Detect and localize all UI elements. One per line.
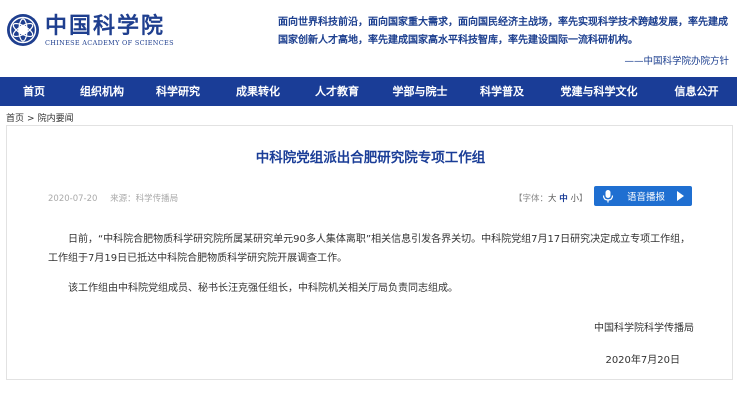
breadcrumb-home-link[interactable]: 首页 [6,114,24,124]
font-size-suffix: 】 [578,194,588,204]
nav-item-disclosure[interactable]: 信息公开 [656,77,737,106]
nav-item-party-culture[interactable]: 党建与科学文化 [542,77,656,106]
article-signature-org: 中国科学院科学传播局 [594,323,694,334]
nav-item-organization[interactable]: 组织机构 [68,77,136,106]
article-paragraph-1: 日前，“中科院合肥物质科学研究院所属某研究单元90多人集体离职”相关信息引发各界… [48,234,691,264]
voice-broadcast-button[interactable]: 语音播报 [594,186,692,206]
article-body: 日前，“中科院合肥物质科学研究院所属某研究单元90多人集体离职”相关信息引发各界… [48,230,696,298]
font-size-switcher: 【字体：大 中 小】 [514,192,587,204]
logo-text: 中国科学院 CHINESE ACADEMY OF SCIENCES [45,14,174,47]
nav-item-research[interactable]: 科学研究 [136,77,220,106]
article-title: 中科院党组派出合肥研究院专项工作组 [255,150,486,166]
nav-item-home[interactable]: 首页 [0,77,68,106]
play-icon [677,191,684,201]
nav-item-education[interactable]: 人才教育 [296,77,378,106]
article-meta: 2020-07-20 来源：科学传播局 [48,192,178,204]
article-signature-date: 2020年7月20日 [605,355,680,366]
microphone-icon [602,190,614,203]
font-size-prefix: 【字体： [514,194,549,204]
font-size-small[interactable]: 小 [570,194,579,204]
cas-logo[interactable]: 中国科学院 CHINESE ACADEMY OF SCIENCES [6,13,174,47]
breadcrumb-current-link[interactable]: 院内要闻 [38,114,74,124]
logo-english-name: CHINESE ACADEMY OF SCIENCES [45,38,174,47]
article-source: 来源：科学传播局 [110,194,179,204]
article-paragraph-2: 该工作组由中科院党组成员、秘书长汪克强任组长，中科院机关相关厅局负责同志组成。 [68,283,458,294]
logo-chinese-name: 中国科学院 [45,12,166,39]
cas-emblem-icon [7,14,39,46]
voice-broadcast-label: 语音播报 [627,192,666,203]
breadcrumb-separator: > [27,114,35,124]
font-size-large[interactable]: 大 [548,194,557,204]
article-panel: 中科院党组派出合肥研究院专项工作组 2020-07-20 来源：科学传播局 【字… [6,125,733,380]
nav-item-academicians[interactable]: 学部与院士 [378,77,462,106]
font-size-medium[interactable]: 中 [559,194,568,204]
header-slogan: 面向世界科技前沿，面向国家重大需求，面向国民经济主战场，率先实现科学技术跨越发展… [278,17,728,46]
article-date: 2020-07-20 [48,194,98,204]
slogan-attribution: ——中国科学院办院方针 [624,56,729,67]
site-header: 中国科学院 CHINESE ACADEMY OF SCIENCES 面向世界科技… [0,0,737,74]
main-nav: 首页 组织机构 科学研究 成果转化 人才教育 学部与院士 科学普及 党建与科学文… [0,77,737,106]
breadcrumb: 首页 > 院内要闻 [6,111,74,124]
nav-item-transfer[interactable]: 成果转化 [220,77,296,106]
nav-item-popularization[interactable]: 科学普及 [462,77,542,106]
